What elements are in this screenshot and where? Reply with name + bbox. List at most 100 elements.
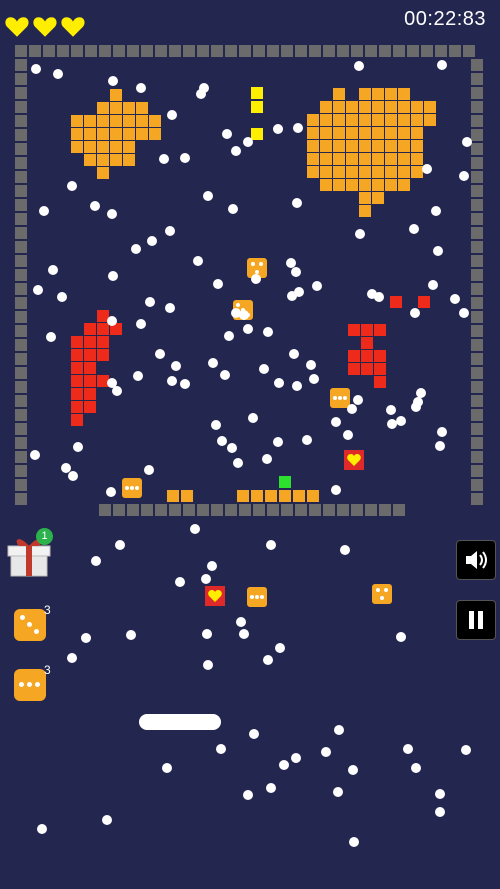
ball bbox=[231, 146, 241, 156]
wall-block bbox=[471, 325, 483, 337]
ball bbox=[353, 395, 363, 405]
multiball-powerup-button[interactable] bbox=[14, 609, 46, 641]
wall-block bbox=[337, 45, 349, 57]
brick bbox=[333, 88, 345, 100]
ball bbox=[91, 556, 101, 566]
wall-block bbox=[407, 45, 419, 57]
wall-block bbox=[471, 493, 483, 505]
brick bbox=[123, 115, 135, 127]
sound-button[interactable] bbox=[456, 540, 496, 580]
wall-block bbox=[183, 504, 195, 516]
wall-block bbox=[471, 199, 483, 211]
brick bbox=[385, 140, 397, 152]
brick bbox=[359, 166, 371, 178]
wall-block bbox=[471, 311, 483, 323]
brick bbox=[359, 179, 371, 191]
brick bbox=[411, 166, 423, 178]
wall-block bbox=[15, 199, 27, 211]
brick bbox=[398, 127, 410, 139]
triple-ball-powerup-button[interactable] bbox=[14, 669, 46, 701]
brick bbox=[348, 350, 360, 362]
brick bbox=[385, 88, 397, 100]
brick bbox=[84, 141, 96, 153]
ball bbox=[213, 279, 223, 289]
brick bbox=[374, 350, 386, 362]
dice-dot bbox=[125, 486, 129, 490]
wall-block bbox=[365, 504, 377, 516]
wall-block bbox=[15, 45, 27, 57]
brick bbox=[372, 101, 384, 113]
wall-block bbox=[113, 504, 125, 516]
ball bbox=[61, 463, 71, 473]
pause-icon bbox=[469, 611, 483, 629]
brick bbox=[320, 127, 332, 139]
wall-block bbox=[43, 45, 55, 57]
brick bbox=[123, 102, 135, 114]
brick bbox=[374, 376, 386, 388]
ball bbox=[428, 280, 438, 290]
wall-block bbox=[15, 185, 27, 197]
brick bbox=[97, 128, 109, 140]
ball bbox=[243, 137, 253, 147]
wall-block bbox=[15, 465, 27, 477]
wall-block bbox=[295, 45, 307, 57]
ball bbox=[167, 376, 177, 386]
brick bbox=[110, 115, 122, 127]
brick bbox=[320, 114, 332, 126]
brick bbox=[97, 102, 109, 114]
ball bbox=[243, 790, 253, 800]
brick bbox=[398, 179, 410, 191]
wall-block bbox=[15, 101, 27, 113]
brick bbox=[97, 115, 109, 127]
wall-block bbox=[15, 87, 27, 99]
wall-block bbox=[169, 504, 181, 516]
game-screen[interactable]: 00:22:83 1 3 3 bbox=[0, 0, 500, 889]
wall-block bbox=[267, 504, 279, 516]
ball bbox=[292, 198, 302, 208]
brick bbox=[411, 114, 423, 126]
ball bbox=[81, 633, 91, 643]
ball bbox=[309, 374, 319, 384]
wall-block bbox=[225, 45, 237, 57]
brick bbox=[251, 128, 263, 140]
paddle[interactable] bbox=[139, 714, 221, 730]
brick bbox=[385, 127, 397, 139]
ball bbox=[374, 292, 384, 302]
brick bbox=[385, 153, 397, 165]
pause-button[interactable] bbox=[456, 600, 496, 640]
ball bbox=[291, 267, 301, 277]
wall-block bbox=[393, 504, 405, 516]
dice-dot bbox=[343, 396, 347, 400]
ball bbox=[180, 379, 190, 389]
dice-dot bbox=[376, 588, 380, 592]
wall-block bbox=[15, 423, 27, 435]
dice-dot bbox=[333, 396, 337, 400]
brick bbox=[359, 101, 371, 113]
brick bbox=[398, 166, 410, 178]
brick bbox=[385, 179, 397, 191]
ball bbox=[224, 331, 234, 341]
ball bbox=[437, 427, 447, 437]
ball bbox=[396, 416, 406, 426]
ball bbox=[302, 435, 312, 445]
brick bbox=[71, 388, 83, 400]
wall-block bbox=[15, 353, 27, 365]
ball bbox=[273, 124, 283, 134]
wall-block bbox=[15, 269, 27, 281]
wall-block bbox=[15, 325, 27, 337]
ball bbox=[431, 206, 441, 216]
brick bbox=[361, 337, 373, 349]
ball bbox=[348, 765, 358, 775]
brick bbox=[84, 128, 96, 140]
brick bbox=[411, 140, 423, 152]
ball bbox=[349, 837, 359, 847]
brick bbox=[251, 87, 263, 99]
ball bbox=[331, 485, 341, 495]
wall-block bbox=[141, 45, 153, 57]
life-heart-icon bbox=[5, 17, 29, 37]
brick bbox=[84, 154, 96, 166]
brick bbox=[333, 140, 345, 152]
brick bbox=[424, 114, 436, 126]
brick bbox=[84, 388, 96, 400]
ball bbox=[31, 64, 41, 74]
